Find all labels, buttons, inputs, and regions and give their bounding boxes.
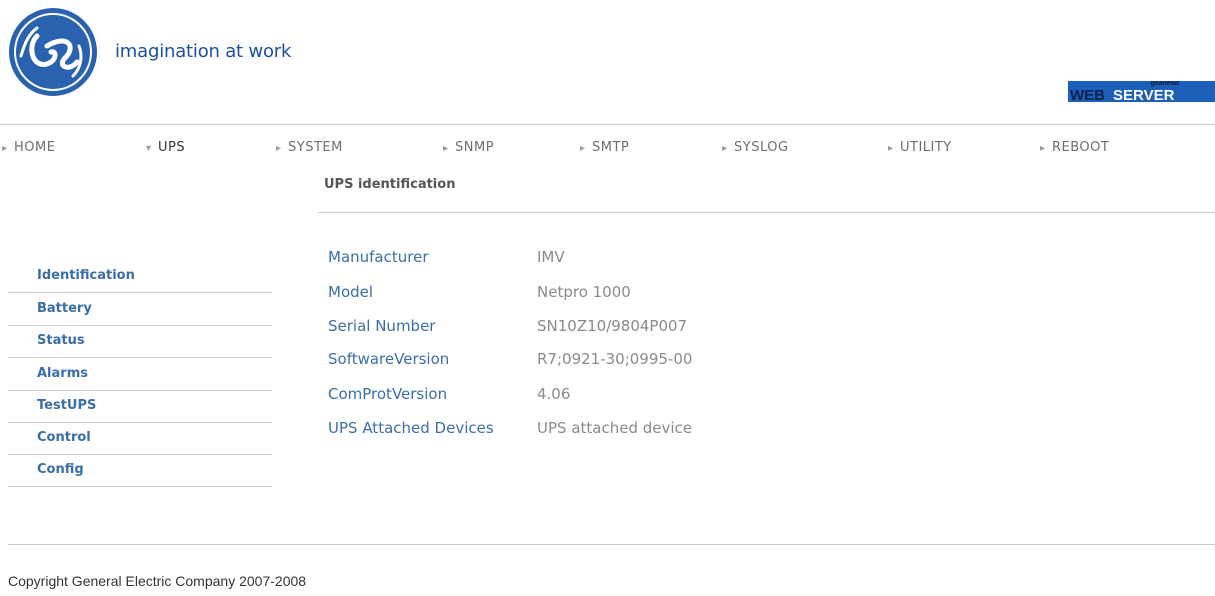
chevron-right-icon: ▸ (1040, 143, 1046, 154)
sidebar-item-control[interactable]: Control (8, 422, 272, 455)
page-title: UPS identification (324, 177, 456, 192)
nav-label: HOME (14, 140, 56, 155)
model-value: Netpro 1000 (537, 283, 631, 301)
manufacturer-value: IMV (537, 248, 565, 266)
nav-label: SMTP (592, 140, 630, 155)
nav-label: SYSLOG (734, 140, 789, 155)
sidebar-item-identification[interactable]: Identification (8, 260, 272, 293)
sidebar-item-label: Control (37, 430, 91, 445)
nav-ups[interactable]: ▾ UPS (146, 140, 185, 155)
model-label: Model (328, 283, 374, 301)
chevron-right-icon: ▸ (580, 143, 586, 154)
attached-devices-label: UPS Attached Devices (328, 419, 494, 437)
sidebar-item-label: TestUPS (37, 398, 97, 413)
comprot-version-label: ComProtVersion (328, 385, 448, 403)
sidebar-item-label: Identification (37, 268, 135, 283)
badge-web-text: WEB (1070, 87, 1105, 102)
nav-label: SYSTEM (288, 140, 343, 155)
sidebar-item-battery[interactable]: Battery (8, 293, 272, 326)
nav-label: UPS (158, 140, 186, 155)
nav-label: REBOOT (1052, 140, 1110, 155)
sidebar-item-alarms[interactable]: Alarms (8, 358, 272, 391)
title-divider (318, 212, 1215, 213)
chevron-right-icon: ▸ (888, 143, 894, 154)
manufacturer-label: Manufacturer (328, 248, 429, 266)
sidebar-item-label: Battery (37, 301, 92, 316)
nav-label: UTILITY (900, 140, 952, 155)
chevron-right-icon: ▸ (722, 143, 728, 154)
badge-server-text: SERVER (1113, 87, 1175, 102)
ge-logo-icon (9, 8, 97, 96)
sidebar-item-label: Alarms (37, 366, 88, 381)
comprot-version-value: 4.06 (537, 385, 571, 403)
nav-smtp[interactable]: ▸ SMTP (580, 140, 629, 155)
serial-number-value: SN10Z10/9804P007 (537, 317, 688, 335)
nav-label: SNMP (455, 140, 495, 155)
sidebar-item-status[interactable]: Status (8, 325, 272, 358)
nav-snmp[interactable]: ▸ SNMP (443, 140, 494, 155)
nav-system[interactable]: ▸ SYSTEM (276, 140, 343, 155)
footer-divider (8, 544, 1215, 545)
chevron-down-icon: ▾ (146, 143, 152, 154)
sidebar-item-testups[interactable]: TestUPS (8, 390, 272, 423)
serial-number-label: Serial Number (328, 317, 436, 335)
chevron-right-icon: ▸ (276, 143, 282, 154)
nav-reboot[interactable]: ▸ REBOOT (1040, 140, 1109, 155)
tagline: imagination at work (115, 41, 292, 62)
chevron-right-icon: ▸ (2, 143, 8, 154)
chevron-right-icon: ▸ (443, 143, 449, 154)
nav-top-divider (0, 124, 1215, 125)
sidebar-item-label: Status (37, 333, 85, 348)
copyright-text: Copyright General Electric Company 2007-… (8, 573, 307, 589)
nav-home[interactable]: ▸ HOME (2, 140, 55, 155)
webserver-badge: geahead WEB SERVER (1068, 81, 1215, 102)
attached-devices-value: UPS attached device (537, 419, 693, 437)
nav-utility[interactable]: ▸ UTILITY (888, 140, 952, 155)
software-version-value: R7;0921-30;0995-00 (537, 350, 693, 368)
ge-logo (7, 6, 99, 98)
sidebar-item-label: Config (37, 462, 84, 477)
software-version-label: SoftwareVersion (328, 350, 450, 368)
nav-syslog[interactable]: ▸ SYSLOG (722, 140, 789, 155)
sidebar-item-config[interactable]: Config (8, 454, 272, 487)
